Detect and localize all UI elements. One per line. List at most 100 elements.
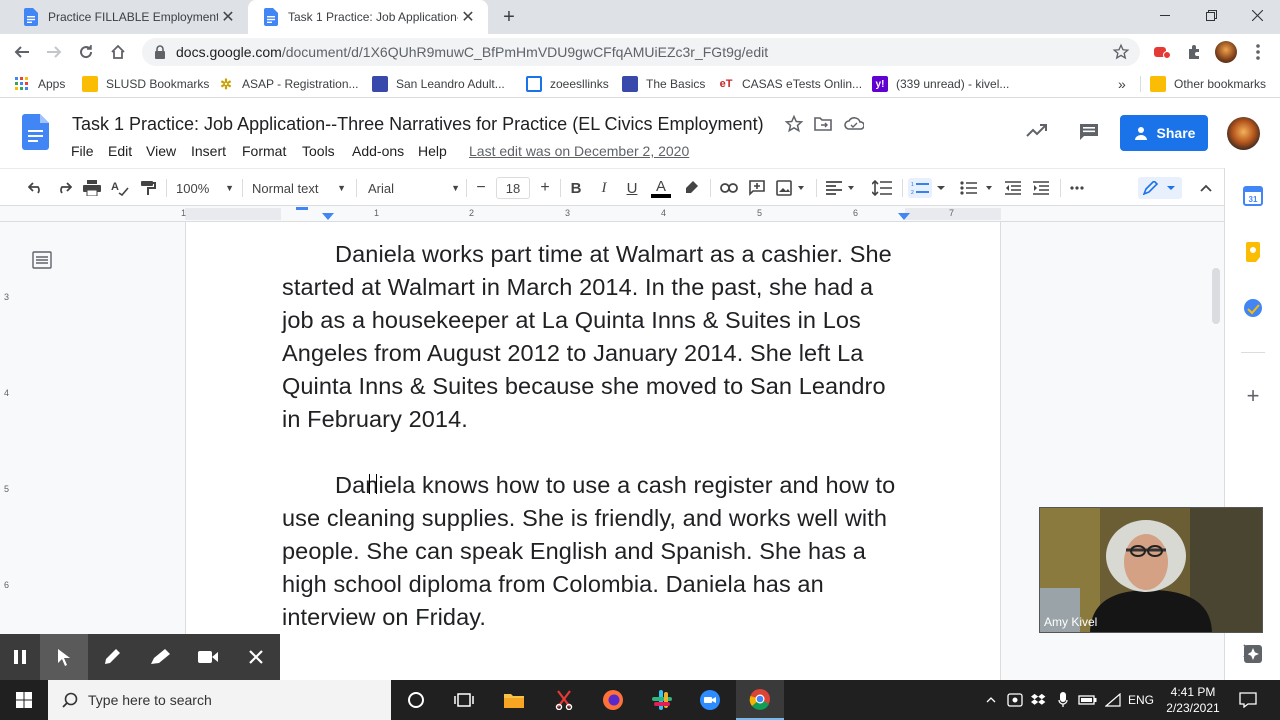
slack-icon[interactable] xyxy=(638,680,686,720)
bookmark-san-leandro-adult[interactable]: San Leandro Adult... xyxy=(372,74,505,94)
print-icon[interactable] xyxy=(82,177,102,199)
task-view-icon[interactable] xyxy=(440,680,488,720)
editing-mode-icon[interactable] xyxy=(1138,177,1182,199)
input-language[interactable]: ENG xyxy=(1126,680,1156,720)
menu-insert[interactable]: Insert xyxy=(191,143,226,159)
keep-icon[interactable] xyxy=(1241,240,1265,264)
highlighter-tool-icon[interactable] xyxy=(136,634,184,680)
more-options-icon[interactable] xyxy=(1066,177,1088,199)
decrease-font-size-button[interactable]: − xyxy=(472,177,490,199)
paragraph-1[interactable]: Daniela works part time at Walmart as a … xyxy=(282,238,912,436)
notifications-icon[interactable] xyxy=(1234,680,1262,720)
minimize-window-button[interactable] xyxy=(1142,0,1188,30)
decrease-indent-icon[interactable] xyxy=(1002,177,1024,199)
document-page[interactable]: Daniela works part time at Walmart as a … xyxy=(185,222,1001,680)
battery-icon[interactable] xyxy=(1076,680,1100,720)
align-icon[interactable] xyxy=(824,177,858,199)
windows-start-icon[interactable] xyxy=(0,680,48,720)
bookmark-apps[interactable]: Apps xyxy=(14,74,65,94)
increase-indent-icon[interactable] xyxy=(1030,177,1052,199)
line-spacing-icon[interactable] xyxy=(870,177,894,199)
expand-panel-icon[interactable] xyxy=(1242,644,1252,658)
microphone-icon[interactable] xyxy=(1052,680,1074,720)
move-folder-icon[interactable] xyxy=(814,115,832,131)
bookmark-slusd[interactable]: SLUSD Bookmarks xyxy=(82,74,209,94)
add-addon-icon[interactable]: + xyxy=(1241,383,1265,408)
lock-icon[interactable] xyxy=(154,45,166,59)
tray-app-icon[interactable] xyxy=(1004,680,1026,720)
undo-icon[interactable] xyxy=(26,177,46,199)
bookmark-other[interactable]: Other bookmarks xyxy=(1150,74,1266,94)
menu-view[interactable]: View xyxy=(146,143,176,159)
bold-button[interactable]: B xyxy=(566,177,586,199)
taskbar-clock[interactable]: 4:41 PM 2/23/2021 xyxy=(1160,684,1226,716)
bookmark-yahoo-mail[interactable]: y! (339 unread) - kivel... xyxy=(872,74,1009,94)
menu-add-ons[interactable]: Add-ons xyxy=(352,143,404,159)
back-icon[interactable] xyxy=(10,40,34,64)
profile-avatar[interactable] xyxy=(1214,40,1238,64)
insert-image-icon[interactable] xyxy=(774,177,808,199)
pause-icon[interactable] xyxy=(0,634,40,680)
menu-file[interactable]: File xyxy=(71,143,94,159)
bookmarks-overflow-icon[interactable]: » xyxy=(1118,74,1126,94)
show-hidden-icons[interactable] xyxy=(982,680,1000,720)
extensions-puzzle-icon[interactable] xyxy=(1182,40,1206,64)
document-outline-icon[interactable] xyxy=(32,250,52,270)
menu-format[interactable]: Format xyxy=(242,143,286,159)
paragraph-style-select[interactable]: Normal text ▼ xyxy=(252,177,346,199)
last-edit-link[interactable]: Last edit was on December 2, 2020 xyxy=(469,143,689,159)
new-tab-button[interactable]: + xyxy=(498,6,520,28)
docs-logo-icon[interactable] xyxy=(22,114,49,150)
zoom-select[interactable]: 100% ▼ xyxy=(176,177,234,199)
font-family-select[interactable]: Arial ▼ xyxy=(368,177,460,199)
first-line-indent-marker[interactable] xyxy=(296,207,308,210)
numbered-list-icon[interactable]: 12 xyxy=(908,177,952,199)
bookmark-asap[interactable]: ✲ ASAP - Registration... xyxy=(218,74,358,94)
vertical-scrollbar[interactable] xyxy=(1212,268,1220,324)
pointer-tool-icon[interactable] xyxy=(40,634,88,680)
text-color-button[interactable]: A xyxy=(650,177,672,199)
highlight-color-icon[interactable] xyxy=(680,177,702,199)
redo-icon[interactable] xyxy=(54,177,74,199)
bookmark-casas[interactable]: eT CASAS eTests Onlin... xyxy=(718,74,862,94)
insert-link-icon[interactable] xyxy=(718,177,740,199)
spellcheck-icon[interactable]: A xyxy=(110,177,130,199)
extension-record-icon[interactable] xyxy=(1150,40,1174,64)
add-comment-icon[interactable] xyxy=(746,177,768,199)
right-indent-marker[interactable] xyxy=(898,213,910,220)
share-button[interactable]: Share xyxy=(1120,115,1208,151)
cortana-icon[interactable] xyxy=(392,680,440,720)
tab-practice-fillable[interactable]: Practice FILLABLE Employment Ta ✕ xyxy=(8,0,248,34)
file-explorer-icon[interactable] xyxy=(490,680,538,720)
bookmark-the-basics[interactable]: The Basics xyxy=(622,74,705,94)
calendar-icon[interactable]: 31 xyxy=(1241,184,1265,208)
cloud-status-icon[interactable] xyxy=(844,116,864,130)
forward-icon[interactable] xyxy=(42,40,66,64)
pen-tool-icon[interactable] xyxy=(88,634,136,680)
left-indent-marker[interactable] xyxy=(322,213,334,220)
bookmark-star-icon[interactable] xyxy=(1112,43,1130,61)
document-title[interactable]: Task 1 Practice: Job Application--Three … xyxy=(72,114,764,135)
restore-window-button[interactable] xyxy=(1188,0,1234,30)
bookmark-zoeesllinks[interactable]: zoeesllinks xyxy=(526,74,609,94)
italic-button[interactable]: I xyxy=(594,177,614,199)
close-window-button[interactable] xyxy=(1234,0,1280,30)
address-bar[interactable]: docs.google.com/document/d/1X6QUhR9muwC_… xyxy=(142,38,1140,66)
dropbox-icon[interactable] xyxy=(1028,680,1050,720)
paint-format-icon[interactable] xyxy=(138,177,158,199)
menu-help[interactable]: Help xyxy=(418,143,447,159)
horizontal-ruler[interactable]: 1 1 2 3 4 5 6 7 xyxy=(0,206,1224,222)
increase-font-size-button[interactable]: + xyxy=(536,177,554,199)
close-tab-icon[interactable]: ✕ xyxy=(218,7,238,27)
font-size-input[interactable]: 18 xyxy=(496,177,530,199)
chrome-menu-icon[interactable] xyxy=(1246,40,1270,64)
collapse-menus-icon[interactable] xyxy=(1196,177,1216,199)
star-icon[interactable] xyxy=(784,114,804,134)
menu-edit[interactable]: Edit xyxy=(108,143,132,159)
tasks-icon[interactable] xyxy=(1241,296,1265,320)
menu-tools[interactable]: Tools xyxy=(302,143,335,159)
activity-trend-icon[interactable] xyxy=(1026,122,1048,138)
zoom-icon[interactable] xyxy=(686,680,734,720)
account-avatar[interactable] xyxy=(1227,117,1260,150)
chrome-taskbar-icon[interactable] xyxy=(736,680,784,720)
